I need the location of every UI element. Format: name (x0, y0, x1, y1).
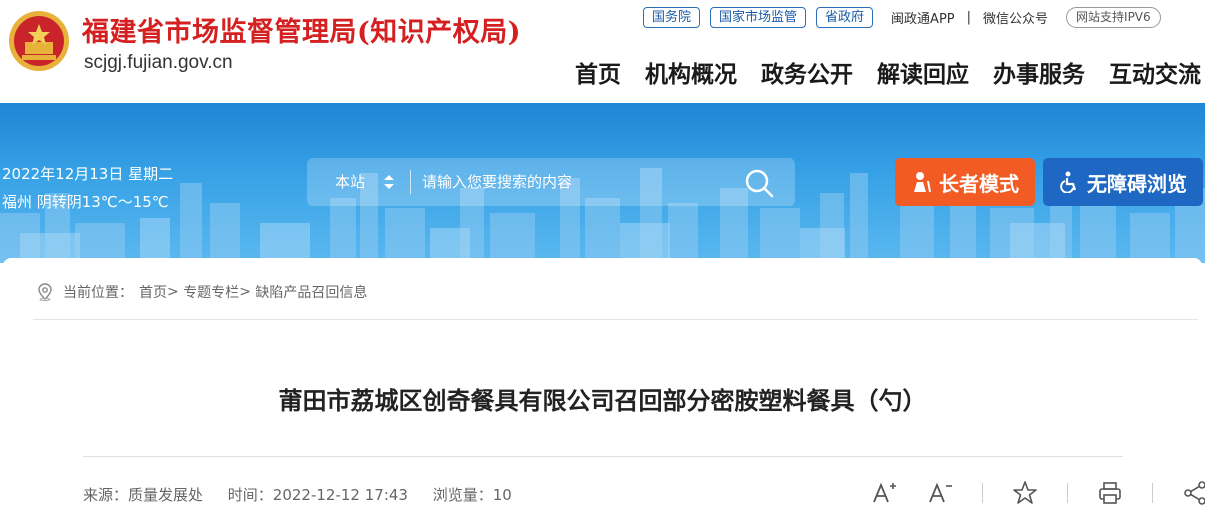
nav-item-home[interactable]: 首页 (575, 55, 621, 89)
link-wechat[interactable]: 微信公众号 (983, 8, 1048, 27)
font-increase-icon[interactable] (871, 480, 897, 506)
link-provincial-gov[interactable]: 省政府 (816, 6, 874, 28)
nav-item-interaction[interactable]: 互动交流 (1109, 55, 1201, 89)
link-app[interactable]: 闽政通APP (891, 8, 955, 27)
current-date: 2022年12月13日 星期二 (2, 165, 174, 183)
divider (1067, 483, 1068, 503)
location-icon (38, 283, 52, 301)
article-title: 莆田市荔城区创奇餐具有限公司召回部分密胺塑料餐具（勺） (278, 387, 927, 415)
article-meta: 来源：质量发展处 时间：2022-12-12 17:43 浏览量：10 (83, 484, 532, 505)
search-box: 本站 (307, 158, 795, 206)
site-domain: scjgj.fujian.gov.cn (84, 52, 233, 73)
article-time: 时间：2022-12-12 17:43 (227, 486, 408, 504)
sort-arrows-icon (384, 175, 394, 189)
article-panel: 当前位置： 首页 > 专题专栏 > 缺陷产品召回信息 莆田市荔城区创奇餐具有限公… (3, 258, 1205, 528)
link-state-council[interactable]: 国务院 (643, 6, 701, 28)
nav-item-gov-affairs[interactable]: 政务公开 (761, 55, 853, 89)
nav-item-organization[interactable]: 机构概况 (645, 55, 737, 89)
nav-item-interpretation[interactable]: 解读回应 (877, 55, 969, 89)
link-samr[interactable]: 国家市场监管 (710, 6, 807, 28)
font-decrease-icon[interactable] (927, 480, 953, 506)
breadcrumb-sep: > (167, 284, 184, 300)
national-emblem-icon (9, 11, 69, 71)
elder-mode-button[interactable]: 长者模式 (895, 158, 1035, 206)
divider (83, 456, 1123, 457)
star-icon[interactable] (1012, 480, 1038, 506)
elder-mode-label: 长者模式 (939, 171, 1019, 196)
search-icon[interactable] (744, 168, 774, 198)
site-header: 福建省市场监督管理局(知识产权局) scjgj.fujian.gov.cn 国务… (0, 0, 1205, 103)
site-title: 福建省市场监督管理局(知识产权局) (82, 17, 522, 48)
share-icon[interactable] (1182, 480, 1205, 506)
search-input[interactable] (422, 166, 722, 198)
article-tools (871, 480, 1205, 506)
breadcrumb-special-topics[interactable]: 专题专栏 (183, 282, 239, 302)
ipv6-badge: 网站支持IPV6 (1066, 6, 1161, 28)
accessibility-label: 无障碍浏览 (1087, 171, 1187, 196)
top-links: 国务院 国家市场监管 省政府 闽政通APP | 微信公众号 网站支持IPV6 (643, 6, 1161, 28)
nav-item-services[interactable]: 办事服务 (993, 55, 1085, 89)
divider (982, 483, 983, 503)
breadcrumb-prefix: 当前位置： (63, 285, 133, 301)
search-divider (410, 170, 411, 194)
divider (33, 319, 1198, 320)
accessibility-button[interactable]: 无障碍浏览 (1043, 158, 1203, 206)
breadcrumb-sep: > (239, 284, 256, 300)
search-scope-select[interactable]: 本站 (335, 158, 365, 206)
breadcrumb: 当前位置： 首页 > 专题专栏 > 缺陷产品召回信息 (37, 282, 367, 302)
weather: 福州 阴转阴13℃～15℃ (2, 193, 169, 211)
wheelchair-icon (1060, 171, 1077, 193)
elder-icon (914, 172, 931, 193)
article-views: 浏览量：10 (432, 486, 512, 504)
main-nav: 首页 机构概况 政务公开 解读回应 办事服务 互动交流 (551, 55, 1201, 89)
breadcrumb-recall-info[interactable]: 缺陷产品召回信息 (255, 282, 367, 302)
banner: 2022年12月13日 星期二 福州 阴转阴13℃～15℃ 本站 长者模式 无障… (0, 103, 1205, 263)
breadcrumb-home[interactable]: 首页 (139, 282, 167, 302)
divider (1152, 483, 1153, 503)
divider: | (966, 9, 972, 25)
print-icon[interactable] (1097, 480, 1123, 506)
article-source: 来源：质量发展处 (83, 486, 204, 504)
